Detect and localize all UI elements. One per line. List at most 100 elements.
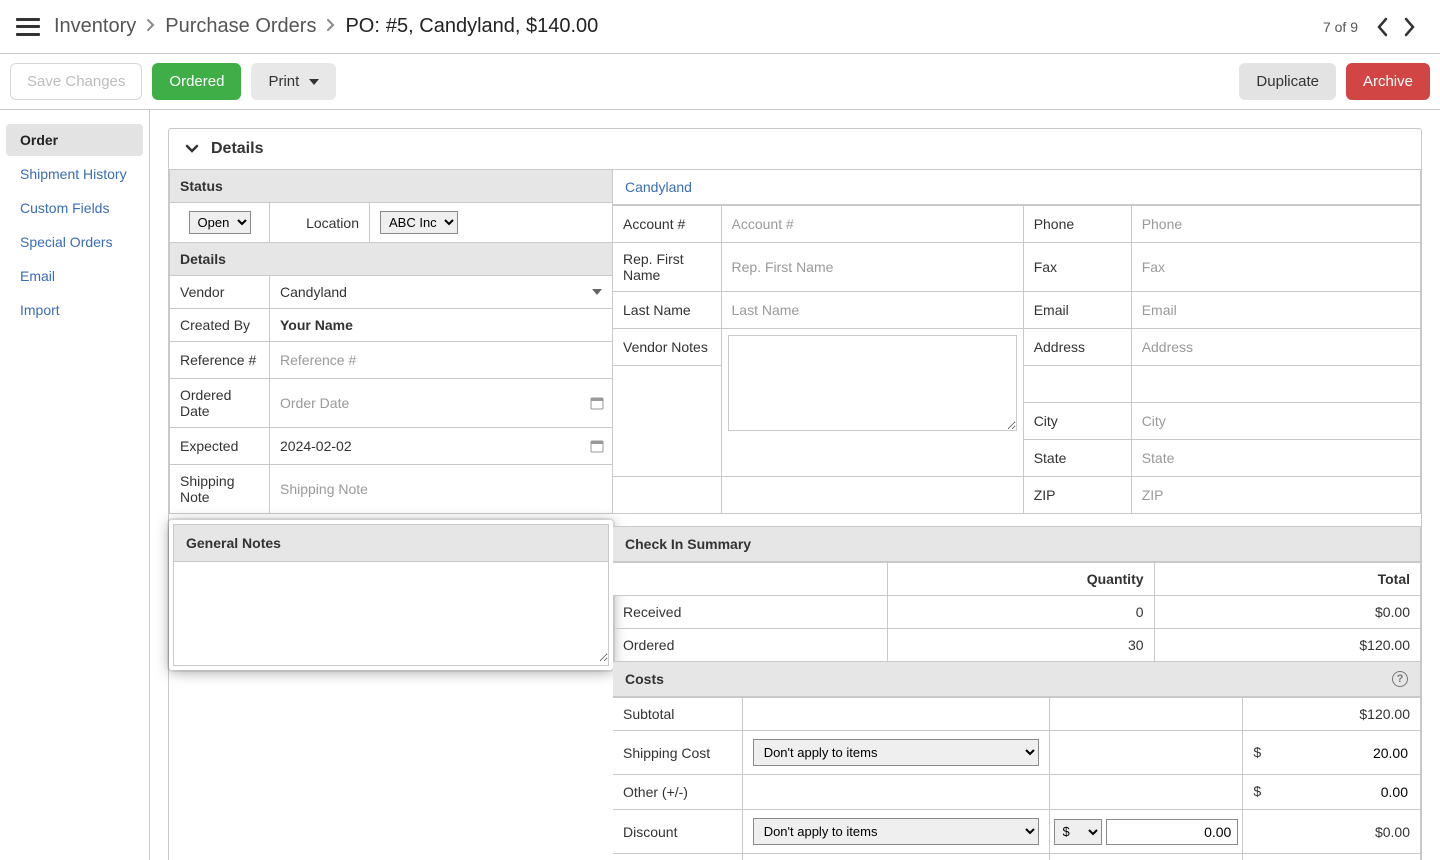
other-label: Other (+/-)	[613, 775, 742, 810]
created-by-label: Created By	[170, 309, 270, 342]
address-input[interactable]	[1142, 337, 1410, 357]
fax-label: Fax	[1023, 243, 1131, 292]
checkin-header: Check In Summary	[613, 526, 1421, 562]
checkin-col-total: Total	[1154, 563, 1420, 596]
ordered-total-label: Ordered Total	[613, 854, 742, 860]
ordered-total-value: $140.00	[1243, 854, 1421, 860]
discount-amount-input[interactable]	[1106, 819, 1239, 845]
chevron-down-icon	[592, 289, 602, 295]
phone-input[interactable]	[1142, 214, 1410, 234]
expected-label: Expected	[170, 428, 270, 465]
city-input[interactable]	[1142, 411, 1410, 431]
archive-button[interactable]: Archive	[1346, 63, 1430, 100]
status-select[interactable]: Open	[189, 211, 251, 234]
help-icon[interactable]: ?	[1392, 671, 1408, 687]
ordered-date-input[interactable]	[280, 393, 602, 413]
account-label: Account #	[613, 206, 721, 243]
created-by-value: Your Name	[280, 317, 353, 333]
expected-input[interactable]	[280, 436, 602, 456]
calendar-icon[interactable]	[590, 396, 604, 410]
reference-label: Reference #	[170, 342, 270, 379]
vendor-link[interactable]: Candyland	[625, 179, 692, 195]
rep-first-input[interactable]	[732, 257, 1013, 277]
breadcrumb-purchase-orders[interactable]: Purchase Orders	[165, 15, 316, 38]
email-input[interactable]	[1142, 300, 1410, 320]
vendor-notes-label: Vendor Notes	[613, 329, 721, 366]
sidebar-item-shipment-history[interactable]: Shipment History	[6, 158, 143, 190]
general-notes-textarea[interactable]	[174, 562, 608, 662]
breadcrumb: Inventory Purchase Orders PO: #5, Candyl…	[54, 15, 598, 38]
subtotal-value: $120.00	[1243, 698, 1421, 731]
vendor-combobox[interactable]: Candyland	[280, 284, 602, 300]
chevron-down-icon	[309, 79, 319, 85]
shipping-cost-input[interactable]	[1300, 744, 1410, 762]
rep-first-label: Rep. First Name	[613, 243, 721, 292]
sidebar-item-special-orders[interactable]: Special Orders	[6, 226, 143, 258]
discount-unit-select[interactable]: $	[1054, 819, 1102, 845]
general-notes-block: General Notes	[169, 520, 613, 670]
zip-input[interactable]	[1142, 485, 1410, 505]
sidebar-item-order[interactable]: Order	[6, 124, 143, 156]
status-header: Status	[170, 170, 613, 203]
vendor-value: Candyland	[280, 284, 347, 300]
breadcrumb-inventory[interactable]: Inventory	[54, 15, 136, 38]
pager-next-button[interactable]	[1396, 13, 1424, 41]
city-label: City	[1023, 403, 1131, 440]
breadcrumb-po-prefix: PO:	[345, 15, 379, 38]
checkin-col-quantity: Quantity	[888, 563, 1154, 596]
sidebar-item-custom-fields[interactable]: Custom Fields	[6, 192, 143, 224]
phone-label: Phone	[1023, 206, 1131, 243]
checkin-ordered-qty: 30	[888, 629, 1154, 662]
currency-symbol: $	[1253, 744, 1261, 760]
ordered-status-button[interactable]: Ordered	[152, 63, 241, 100]
sidebar-item-import[interactable]: Import	[6, 294, 143, 326]
subtotal-label: Subtotal	[613, 698, 742, 731]
chevron-right-icon	[146, 15, 155, 38]
shipping-note-input[interactable]	[280, 479, 602, 499]
pager-count: 7 of 9	[1323, 19, 1358, 35]
pager-prev-button[interactable]	[1368, 13, 1396, 41]
fax-input[interactable]	[1142, 257, 1410, 277]
chevron-down-icon	[183, 140, 201, 158]
calendar-icon[interactable]	[590, 439, 604, 453]
print-button-label: Print	[268, 73, 299, 90]
record-pager: 7 of 9	[1323, 13, 1424, 41]
zip-label: ZIP	[1023, 477, 1131, 514]
currency-symbol: $	[1253, 783, 1261, 799]
location-label: Location	[270, 203, 370, 243]
duplicate-button[interactable]: Duplicate	[1239, 63, 1336, 100]
details-subheader: Details	[170, 243, 613, 276]
costs-header: Costs	[625, 671, 664, 687]
ordered-date-label: Ordered Date	[170, 379, 270, 428]
address2-input[interactable]	[1142, 374, 1410, 394]
checkin-received-qty: 0	[888, 596, 1154, 629]
top-bar: Inventory Purchase Orders PO: #5, Candyl…	[0, 0, 1440, 54]
checkin-ordered-label: Ordered	[613, 629, 888, 662]
action-bar: Save Changes Ordered Print Duplicate Arc…	[0, 54, 1440, 110]
last-name-input[interactable]	[732, 300, 1013, 320]
discount-label: Discount	[613, 810, 742, 854]
last-name-label: Last Name	[613, 292, 721, 329]
breadcrumb-po-detail: #5, Candyland, $140.00	[386, 15, 598, 38]
save-changes-button[interactable]: Save Changes	[10, 63, 142, 100]
location-select[interactable]: ABC Inc	[380, 211, 458, 234]
account-input[interactable]	[732, 214, 1013, 234]
shipping-apply-select[interactable]: Don't apply to items	[753, 739, 1039, 766]
discount-value: $0.00	[1243, 810, 1421, 854]
menu-icon[interactable]	[16, 18, 40, 36]
chevron-right-icon	[326, 15, 335, 38]
shipping-note-label: Shipping Note	[170, 465, 270, 514]
vendor-notes-textarea[interactable]	[728, 335, 1017, 431]
checkin-received-total: $0.00	[1154, 596, 1420, 629]
details-section-header[interactable]: Details	[169, 129, 1421, 169]
other-cost-input[interactable]	[1300, 783, 1410, 801]
details-title: Details	[211, 140, 263, 158]
sidebar-item-email[interactable]: Email	[6, 260, 143, 292]
print-button[interactable]: Print	[251, 63, 336, 100]
general-notes-header: General Notes	[173, 524, 609, 562]
email-label: Email	[1023, 292, 1131, 329]
discount-apply-select[interactable]: Don't apply to items	[753, 818, 1039, 845]
reference-input[interactable]	[280, 350, 602, 370]
state-label: State	[1023, 440, 1131, 477]
state-input[interactable]	[1142, 448, 1410, 468]
